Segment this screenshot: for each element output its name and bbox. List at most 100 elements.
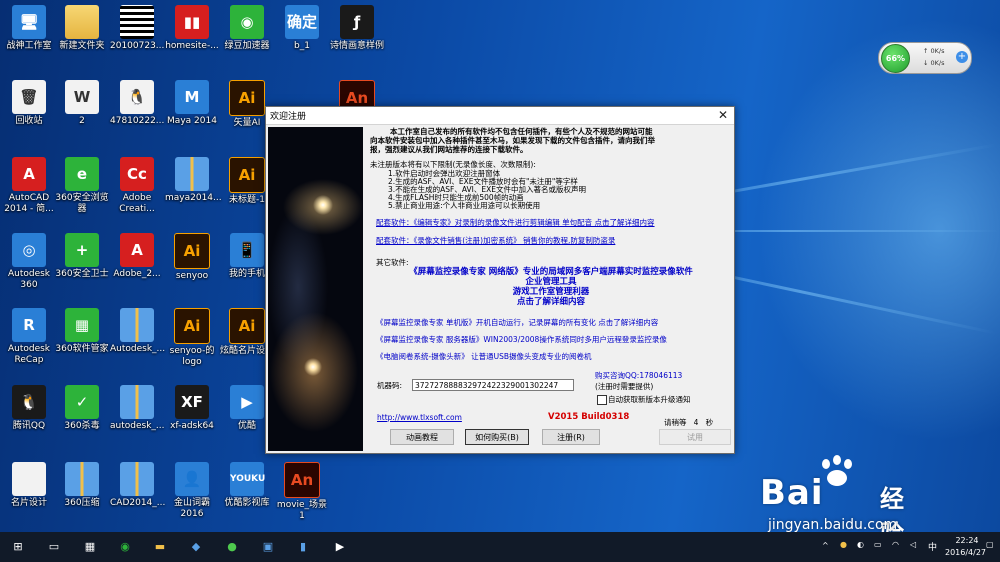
website-link[interactable]: http://www.tlxsoft.com [377,413,462,422]
desktop-icon[interactable]: 20100723... [110,5,164,52]
network-edition-line[interactable]: 企业管理工具 [376,278,726,287]
desktop-icon[interactable]: ◎ Autodesk 360 [2,233,56,291]
plus-icon[interactable]: + [956,51,968,63]
desktop-icon[interactable]: YOUKU 优酷影视库 [220,462,274,509]
store-icon[interactable]: ▦ [80,537,100,557]
desktop-icon[interactable]: 🐧 腾讯QQ [2,385,56,432]
desktop-icon-label: 我的手机 [228,269,265,279]
desktop-icon[interactable]: W2 [55,80,109,127]
desktop-icon[interactable]: 新建文件夹 [55,5,109,52]
desktop-icon-label: 诗情画意样例 [330,41,385,51]
desktop-app-icon: 👤 [175,462,209,496]
desktop-icon[interactable]: 360压缩 [55,462,109,509]
machine-code-field[interactable]: 3727278888329724223290013022​47 [412,379,574,391]
photo-app-icon[interactable]: ▣ [258,537,278,557]
desktop-icon[interactable]: M Maya 2014 [165,80,219,127]
server-edition-link[interactable]: 《屏幕监控录像专家 服务器版》WIN2003/2008操作系统同时多用户远程登录… [376,335,667,344]
edit-expert-link[interactable]: 配套软件：《编辑专家》对录制的录像文件进行剪辑编辑 单句配音 点击了解详细内容 [376,218,655,227]
qq-contact: 购买咨询QQ:178046113 [595,371,683,380]
desktop-icon-label: 360杀毒 [64,421,100,431]
auto-update-checkbox[interactable] [597,395,607,405]
chevron-up-icon[interactable]: ^ [822,541,829,550]
clock-time[interactable]: 22:24 [955,536,979,545]
close-icon[interactable]: ✕ [718,107,728,124]
network-edition-detail-link[interactable]: 点击了解详细内容 [376,298,726,307]
other-software-header: 其它软件: [376,258,409,267]
trial-button[interactable]: 试用 [659,429,731,445]
desktop-app-icon: + [65,233,99,267]
desktop-icon[interactable]: 确定 b_1 [275,5,329,52]
desktop-icon[interactable]: 🖥 战神工作室 [2,5,56,52]
network-speed-widget[interactable]: 66% ↑ 0K/s ↓ 0K/s + [878,42,972,74]
network-icon[interactable]: ◠ [892,540,899,549]
file-explorer-icon[interactable]: ▬ [150,537,170,557]
desktop-app-icon: W [65,80,99,114]
desktop-icon[interactable]: 🐧 47810222... [110,80,164,127]
upload-speed-value: 0K/s [930,47,945,55]
desktop-icon[interactable]: ◉ 绿豆加速器 [220,5,274,52]
desktop-icon[interactable]: Ai senyoo-的logo [165,308,219,368]
desktop-app-icon: 🗑 [12,80,46,114]
desktop-app-icon: YOUKU [230,462,265,496]
dialog-titlebar[interactable]: 欢迎注册 ✕ [266,107,734,125]
desktop-icon[interactable]: +360安全卫士 [55,233,109,280]
desktop-app-icon: 确定 [285,5,319,39]
desktop-icon-label: 360安全卫士 [55,269,109,279]
desktop-icon[interactable]: autodesk_... [110,385,165,432]
desktop-icon[interactable]: CAD2014_... [110,462,165,509]
desktop-app-icon: 🐧 [12,385,46,419]
desktop-icon[interactable]: Ai senyoo [165,233,219,282]
desktop-icon[interactable]: maya2014... [165,157,222,204]
desktop-icon[interactable]: ƒ 诗情画意样例 [330,5,384,52]
camera-system-link[interactable]: 《电脑阅卷系统-摄像头新》 让普通USB摄像头变成专业的阅卷机 [376,352,591,361]
accelerator-icon[interactable]: ● [222,537,242,557]
phone-app-icon[interactable]: ▮ [293,537,313,557]
auto-update-label: 自动获取新版本升级通知 [608,395,691,404]
desktop-icon-label: 360软件管家 [55,344,109,354]
desktop-icon[interactable]: 🗑 回收站 [2,80,56,127]
desktop-app-icon [175,157,209,191]
desktop-app-icon: A [12,157,46,191]
tutorial-button[interactable]: 动画教程 [390,429,454,445]
desktop-app-icon: Ai [229,157,265,193]
desktop-icon[interactable]: e 360安全浏览器 [55,157,109,215]
volume-icon[interactable]: ◁ [910,540,916,549]
encrypt-system-link[interactable]: 配套软件：《录像文件销售(注册)加密系统》 销售你的教程,防复制防盗录 [376,236,615,245]
battery-icon[interactable]: ▭ [874,540,882,549]
desktop-icon[interactable]: ✓ 360杀毒 [55,385,109,432]
wait-text: 请稍等 [664,418,687,427]
tray-app-icon[interactable]: ● [840,540,847,549]
browser-360-icon[interactable]: ◉ [115,537,135,557]
desktop-icon[interactable]: A Adobe_2... [110,233,164,280]
ime-indicator[interactable]: 中 [928,540,937,553]
desktop-icon[interactable]: ▦ 360软件管家 [55,308,109,355]
memory-percent-badge[interactable]: 66% [881,44,910,73]
desktop-icon[interactable]: An movie_场景1 [275,462,329,522]
baidu-url: jingyan.baidu.com [768,517,898,532]
desktop-icon[interactable]: Autodesk_... [110,308,165,355]
single-edition-link[interactable]: 《屏幕监控录像专家 单机版》开机自动运行，记录屏幕的所有变化 点击了解详细内容 [376,318,658,327]
recorder-app-icon[interactable]: ▶ [330,537,350,557]
desktop-app-icon: An [284,462,320,498]
limit-item: 5.禁止商业用途:个人非商业用途可以长期使用 [388,201,541,210]
notification-icon[interactable]: ▢ [986,540,994,549]
app-icon[interactable]: ◆ [186,537,206,557]
windows-start-icon[interactable]: ⊞ [8,537,28,557]
registration-dialog: 欢迎注册 ✕ 本工作室自己发布的所有软件均不包含任何插件，有些个人及不规范的网站… [265,106,735,454]
register-button[interactable]: 注册(R) [542,429,600,445]
desktop-icon[interactable]: A AutoCAD 2014 - 简... [2,157,56,215]
buy-button[interactable]: 如何购买(B) [465,429,529,445]
desktop-icon[interactable]: Cc Adobe Creati... [110,157,164,215]
network-edition-line[interactable]: 游戏工作室管理利器 [376,288,726,297]
limits-header: 未注册版本将有以下限制(无录像长度、次数限制): [370,160,536,169]
desktop-icon[interactable]: 👤 金山词霸2016 [165,462,219,520]
task-view-icon[interactable]: ▭ [44,537,64,557]
desktop-icon[interactable]: 名片设计 [2,462,56,509]
desktop-icon[interactable]: ▮▮ homesite-... [165,5,219,52]
desktop-app-icon: 📱 [230,233,264,267]
network-edition-link[interactable]: 《屏幕监控录像专家 网络版》专业的局域网多客户端屏幕实时监控录像软件 [376,268,726,277]
clock-date[interactable]: 2016/4/27 [945,548,986,557]
desktop-icon[interactable]: R Autodesk ReCap [2,308,56,366]
desktop-icon[interactable]: XF xf-adsk64 [165,385,219,432]
tray-app-icon[interactable]: ◐ [857,540,864,549]
